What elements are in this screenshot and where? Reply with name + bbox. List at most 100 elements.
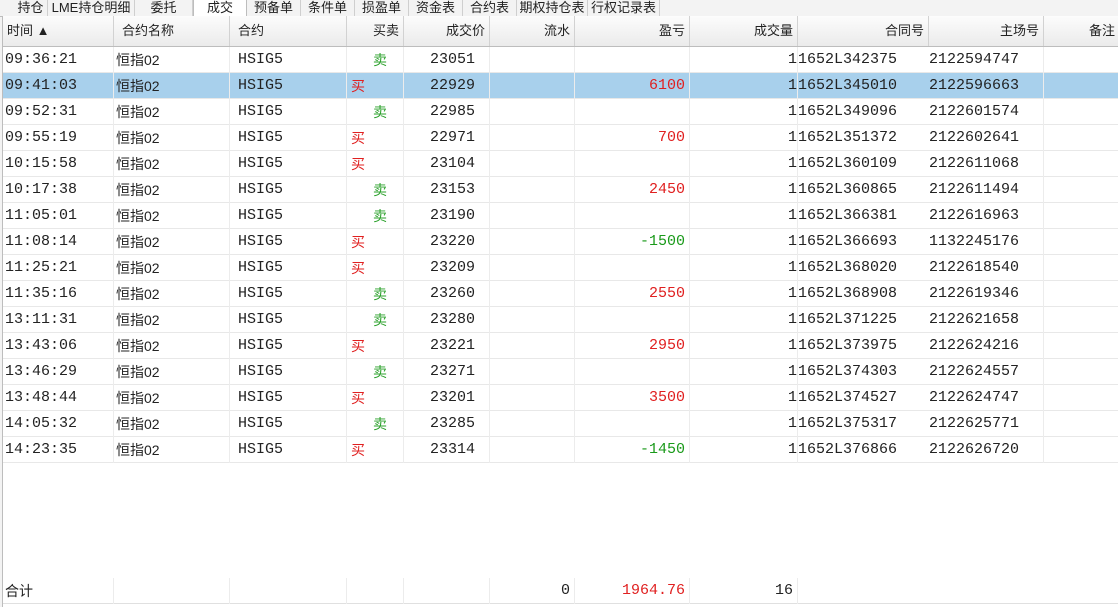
table-row[interactable]: 13:43:06 恒指02 HSIG5 买 23221 2950 1 1652L373975 2… [3, 333, 1118, 359]
cell-flow [490, 203, 575, 229]
col-header-flow[interactable]: 流水 [490, 16, 575, 46]
col-header-time[interactable]: 时间 ▲ [3, 16, 114, 46]
tab-2[interactable]: 委托 [135, 0, 193, 16]
col-header-remark[interactable]: 备注 [1044, 16, 1118, 46]
cell-remark [1044, 99, 1118, 125]
cell-flow [490, 177, 575, 203]
tab-4[interactable]: 预备单 [247, 0, 301, 16]
cell-time: 14:05:32 [3, 411, 114, 437]
cell-flow [490, 151, 575, 177]
table-row[interactable]: 11:35:16 恒指02 HSIG5 卖 23260 2550 1 1652L368908 2… [3, 281, 1118, 307]
cell-contract-no: 1652L351372 [798, 129, 898, 146]
cell-qty: 1 [690, 281, 798, 307]
tab-1[interactable]: LME持仓明细 [48, 0, 135, 16]
col-header-host-no[interactable]: 主场号 [929, 16, 1044, 46]
table-row[interactable]: 11:25:21 恒指02 HSIG5 买 23209 1 1652L368020 21226… [3, 255, 1118, 281]
cell-name: 恒指02 [114, 47, 230, 73]
table-row[interactable]: 09:41:03 恒指02 HSIG5 买 22929 6100 1 1652L345010 2… [3, 73, 1118, 99]
cell-host-no: 2122616963 [929, 203, 1044, 229]
total-empty-side [347, 578, 404, 604]
cell-qty: 1 [690, 203, 798, 229]
tab-10[interactable]: 行权记录表 [588, 0, 660, 16]
cell-qty: 1 [690, 229, 798, 255]
cell-price: 23051 [404, 47, 490, 73]
cell-contract: HSIG5 [230, 281, 347, 307]
col-header-pnl[interactable]: 盈亏 [575, 16, 690, 46]
total-row: 合计 0 1964.76 16 [3, 578, 1118, 604]
cell-time: 11:35:16 [3, 281, 114, 307]
table-row[interactable]: 13:48:44 恒指02 HSIG5 买 23201 3500 1 1652L374527 2… [3, 385, 1118, 411]
cell-side: 卖 [347, 99, 404, 125]
cell-pnl: 700 [575, 125, 690, 151]
tab-9[interactable]: 期权持仓表 [517, 0, 588, 16]
cell-contract-no: 1652L373975 [798, 337, 898, 354]
tab-7[interactable]: 资金表 [409, 0, 463, 16]
table-row[interactable]: 10:15:58 恒指02 HSIG5 买 23104 1 1652L360109 21226… [3, 151, 1118, 177]
cell-qty: 1 [690, 385, 798, 411]
tab-8[interactable]: 合约表 [463, 0, 517, 16]
cell-flow [490, 99, 575, 125]
cell-side: 卖 [347, 359, 404, 385]
cell-qty: 1 [690, 411, 798, 437]
cell-pnl [575, 47, 690, 73]
cell-contract: HSIG5 [230, 73, 347, 99]
cell-contract: HSIG5 [230, 125, 347, 151]
col-header-name[interactable]: 合约名称 [114, 16, 230, 46]
cell-pnl: 3500 [575, 385, 690, 411]
table-row[interactable]: 09:36:21 恒指02 HSIG5 卖 23051 1 1652L342375 21225… [3, 47, 1118, 73]
table-row[interactable]: 13:46:29 恒指02 HSIG5 卖 23271 1 1652L374303 21226… [3, 359, 1118, 385]
table-row[interactable]: 14:23:35 恒指02 HSIG5 买 23314 -1450 1 1652L376866… [3, 437, 1118, 463]
cell-contract: HSIG5 [230, 385, 347, 411]
cell-name: 恒指02 [114, 229, 230, 255]
cell-price: 23280 [404, 307, 490, 333]
table-row[interactable]: 09:52:31 恒指02 HSIG5 卖 22985 1 1652L349096 21226… [3, 99, 1118, 125]
tab-5[interactable]: 条件单 [301, 0, 355, 16]
table-row[interactable]: 10:17:38 恒指02 HSIG5 卖 23153 2450 1 1652L360865 2… [3, 177, 1118, 203]
table-row[interactable]: 14:05:32 恒指02 HSIG5 卖 23285 1 1652L375317 21226… [3, 411, 1118, 437]
cell-remark [1044, 307, 1118, 333]
cell-contract-no: 1652L366693 [798, 233, 898, 250]
table-row[interactable]: 11:05:01 恒指02 HSIG5 卖 23190 1 1652L366381 21226… [3, 203, 1118, 229]
cell-price: 23271 [404, 359, 490, 385]
tab-3[interactable]: 成交 [193, 0, 247, 17]
cell-host-no: 2122626720 [929, 437, 1044, 463]
table-row[interactable]: 11:08:14 恒指02 HSIG5 买 23220 -1500 1 1652L366693… [3, 229, 1118, 255]
col-header-contract-no[interactable]: 合同号 [798, 16, 929, 46]
cell-time: 13:11:31 [3, 307, 114, 333]
cell-name: 恒指02 [114, 437, 230, 463]
cell-side: 买 [347, 151, 404, 177]
col-header-price[interactable]: 成交价 [404, 16, 490, 46]
cell-pnl [575, 203, 690, 229]
col-header-qty[interactable]: 成交量 [690, 16, 798, 46]
cell-remark [1044, 411, 1118, 437]
cell-qty: 1 [690, 47, 798, 73]
col-header-contract[interactable]: 合约 [230, 16, 347, 46]
cell-time: 13:48:44 [3, 385, 114, 411]
cell-flow [490, 333, 575, 359]
cell-contract: HSIG5 [230, 203, 347, 229]
tab-6[interactable]: 损盈单 [355, 0, 409, 16]
cell-contract-no: 1652L360865 [798, 181, 898, 198]
tab-0[interactable]: 持仓 [14, 0, 48, 16]
cell-remark [1044, 437, 1118, 463]
cell-qty: 1 [690, 151, 798, 177]
total-flow: 0 [490, 578, 575, 604]
cell-pnl: -1450 [575, 437, 690, 463]
cell-time: 11:05:01 [3, 203, 114, 229]
cell-pnl: -1500 [575, 229, 690, 255]
cell-time: 11:08:14 [3, 229, 114, 255]
cell-contract: HSIG5 [230, 229, 347, 255]
cell-flow [490, 411, 575, 437]
tab-bar: 持仓 LME持仓明细 委托 成交 预备单 条件单 损盈单 资金表 合约表 期权持仓表 行权记录表 [0, 0, 1118, 17]
cell-side: 卖 [347, 177, 404, 203]
cell-host-no: 2122619346 [929, 281, 1044, 307]
cell-time: 09:41:03 [3, 73, 114, 99]
cell-side: 买 [347, 73, 404, 99]
total-label: 合计 [3, 578, 114, 604]
table-row[interactable]: 13:11:31 恒指02 HSIG5 卖 23280 1 1652L371225 21226… [3, 307, 1118, 333]
table-row[interactable]: 09:55:19 恒指02 HSIG5 买 22971 700 1 1652L351372 21… [3, 125, 1118, 151]
col-header-side[interactable]: 买卖 [347, 16, 404, 46]
cell-flow [490, 437, 575, 463]
cell-remark [1044, 125, 1118, 151]
cell-contract-no: 1652L374303 [798, 363, 898, 380]
